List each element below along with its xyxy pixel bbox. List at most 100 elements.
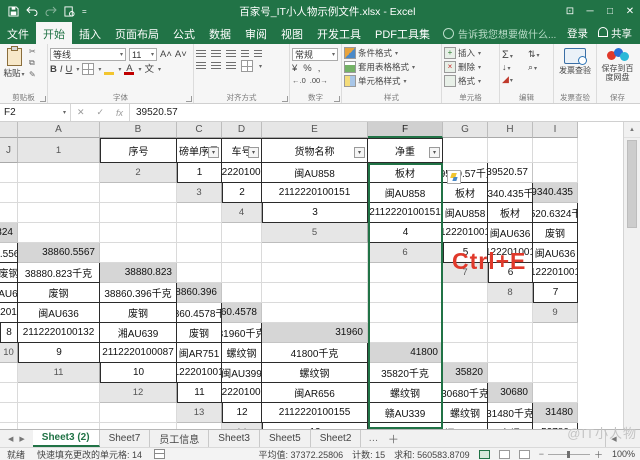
shrink-font-button[interactable]: A˅ <box>175 49 187 60</box>
cell-G5[interactable] <box>100 243 177 263</box>
ribbon-tab-8[interactable]: 开发工具 <box>310 22 368 44</box>
cell-B13[interactable]: 2112220100155 <box>262 403 368 423</box>
cell-H6[interactable] <box>222 263 262 283</box>
sheet-tab-4[interactable]: Sheet5 <box>260 430 311 447</box>
cell-F3[interactable]: 39340.435 <box>533 183 578 203</box>
dialog-launcher-icon[interactable] <box>40 96 46 102</box>
cell-I11[interactable] <box>0 383 18 403</box>
cell-G12[interactable] <box>533 383 578 403</box>
sheet-tab-0[interactable]: Sheet3 (2) <box>33 430 100 447</box>
delete-cells-button[interactable]: ×删除▾ <box>444 61 497 73</box>
insert-cells-button[interactable]: +插入▾ <box>444 47 497 59</box>
cell-E9[interactable]: 31960千克 <box>222 323 262 343</box>
column-header-A[interactable]: A <box>18 122 100 138</box>
format-cells-button[interactable]: 格式▾ <box>444 75 497 87</box>
name-box[interactable]: F2▾ <box>0 104 71 121</box>
fill-color-icon[interactable] <box>104 64 114 75</box>
cell-B5[interactable]: 2112220100110 <box>443 223 488 243</box>
cell-C4[interactable]: 闽AU858 <box>443 203 488 223</box>
cell-D8[interactable]: 废钢 <box>100 303 177 323</box>
cell-B9[interactable]: 2112220100132 <box>18 323 100 343</box>
cell-D9[interactable]: 废钢 <box>177 323 222 343</box>
cell-D3[interactable]: 板材 <box>443 183 488 203</box>
cell-H12[interactable] <box>0 403 18 423</box>
row-header-1[interactable]: 1 <box>18 138 100 163</box>
cell-C10[interactable]: 闽AR751 <box>177 343 222 363</box>
cell-B3[interactable]: 2112220100151 <box>262 183 368 203</box>
close-icon[interactable]: ✕ <box>620 6 640 17</box>
minimize-icon[interactable]: ─ <box>580 6 600 17</box>
cell-A4[interactable]: 3 <box>262 203 368 223</box>
cell-C6[interactable]: 闽AU636 <box>533 243 578 263</box>
cell-H2[interactable] <box>0 183 18 203</box>
sheet-prev-icon[interactable]: ◀ <box>8 435 13 443</box>
cell-I1[interactable] <box>0 163 18 183</box>
row-header-9[interactable]: 9 <box>533 303 578 323</box>
align-left-icon[interactable] <box>196 62 206 70</box>
zoom-slider[interactable]: − ＋ <box>539 448 603 460</box>
cut-icon[interactable]: ✂ <box>29 47 36 56</box>
cell-D7[interactable]: 废钢 <box>18 283 100 303</box>
copy-icon[interactable]: ⧉ <box>29 58 36 68</box>
cell-A9[interactable]: 8 <box>0 323 18 343</box>
cell-B8[interactable]: 2112220100110 <box>0 303 18 323</box>
sheet-tab-2[interactable]: 员工信息 <box>150 430 209 447</box>
dialog-launcher-icon[interactable] <box>186 96 192 102</box>
column-header-F[interactable]: F <box>368 122 443 138</box>
ribbon-tab-9[interactable]: PDF工具集 <box>368 22 437 44</box>
page-layout-view-icon[interactable] <box>499 450 510 459</box>
cell-H3[interactable] <box>18 203 100 223</box>
merge-center-icon[interactable] <box>241 60 253 72</box>
page-break-view-icon[interactable] <box>519 450 530 459</box>
cell-E12[interactable]: 30680千克 <box>443 383 488 403</box>
cell-H9[interactable] <box>443 323 488 343</box>
cell-H5[interactable] <box>177 243 222 263</box>
wrap-text-icon[interactable] <box>254 50 262 58</box>
maximize-icon[interactable]: □ <box>600 6 620 17</box>
cell-G8[interactable] <box>262 303 368 323</box>
cell-C7[interactable]: 闽AU636 <box>0 283 18 303</box>
cell-G4[interactable] <box>18 223 100 243</box>
comma-style-icon[interactable]: , <box>318 63 321 74</box>
cell-F13[interactable]: 31480 <box>533 403 578 423</box>
cell-G11[interactable] <box>488 363 533 383</box>
row-header-12[interactable]: 12 <box>100 383 177 403</box>
cell-I10[interactable] <box>533 343 578 363</box>
table-header-C[interactable]: 车号▾ <box>222 138 262 163</box>
macro-record-icon[interactable] <box>154 449 165 459</box>
ribbon-tab-1[interactable]: 开始 <box>36 22 72 44</box>
sort-filter-button[interactable]: ⇅▾ <box>528 49 552 61</box>
cell-C3[interactable]: 闽AU858 <box>368 183 443 203</box>
cell-A12[interactable]: 11 <box>177 383 222 403</box>
normal-view-icon[interactable] <box>479 450 490 459</box>
borders-icon[interactable] <box>82 63 94 75</box>
cell-E5[interactable]: 38860.5567千克 <box>0 243 18 263</box>
row-header-4[interactable]: 4 <box>222 203 262 223</box>
cell-H11[interactable] <box>533 363 578 383</box>
cell-D13[interactable]: 螺纹钢 <box>443 403 488 423</box>
cell-E10[interactable]: 41800千克 <box>262 343 368 363</box>
cell-H10[interactable] <box>488 343 533 363</box>
accounting-format-icon[interactable]: ¥ <box>292 63 297 74</box>
filter-dropdown-icon[interactable]: ▾ <box>354 147 365 158</box>
filter-dropdown-icon[interactable]: ▾ <box>208 147 219 158</box>
find-select-button[interactable]: ⌕▾ <box>528 62 552 73</box>
cell-I5[interactable] <box>222 243 262 263</box>
increase-decimal-icon[interactable]: ←.0 <box>292 76 306 85</box>
cell-D10[interactable]: 螺纹钢 <box>222 343 262 363</box>
qat-customize-icon[interactable]: = <box>82 7 87 16</box>
cell-F7[interactable]: 38860.396 <box>177 283 222 303</box>
cell-C5[interactable]: 闽AU636 <box>488 223 533 243</box>
column-header-C[interactable]: C <box>177 122 222 138</box>
invoice-check-button[interactable]: 发票查验 <box>556 48 594 75</box>
zoom-in-icon[interactable]: ＋ <box>594 448 603 460</box>
scroll-up-icon[interactable]: ▲ <box>624 122 640 138</box>
cell-D2[interactable]: 板材 <box>368 163 443 183</box>
cell-J9[interactable] <box>533 323 578 343</box>
cell-I8[interactable] <box>443 303 488 323</box>
cancel-icon[interactable]: ✕ <box>77 107 85 118</box>
cell-J1[interactable] <box>18 163 100 183</box>
cell-I9[interactable] <box>488 323 533 343</box>
paste-button[interactable]: 粘贴▾ <box>2 47 26 79</box>
decrease-decimal-icon[interactable]: .00→ <box>310 76 328 85</box>
